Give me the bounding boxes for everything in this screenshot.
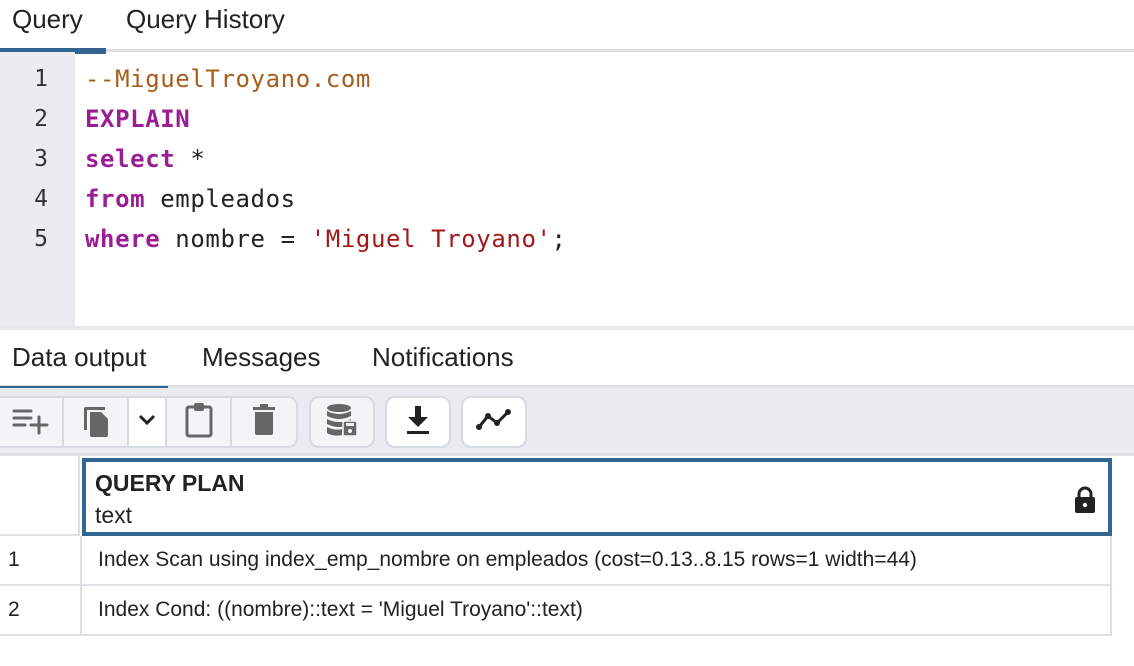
clipboard-icon: [184, 401, 214, 444]
row-number[interactable]: 2: [0, 586, 82, 634]
line-number: 5: [34, 226, 48, 252]
sql-text: ;: [551, 225, 567, 253]
add-row-button[interactable]: [0, 398, 64, 446]
add-row-icon: [11, 405, 51, 440]
database-save-icon: [326, 403, 358, 442]
trash-icon: [252, 403, 276, 442]
query-plan-cell[interactable]: Index Scan using index_emp_nombre on emp…: [82, 536, 1112, 584]
code-line-2: EXPLAIN: [85, 105, 190, 133]
sql-keyword: from: [85, 185, 146, 213]
tab-messages[interactable]: Messages: [202, 342, 321, 373]
paste-button[interactable]: [167, 398, 232, 446]
sql-comment: --MiguelTroyano.com: [85, 65, 371, 93]
code-line-1: --MiguelTroyano.com: [85, 65, 371, 93]
query-plan-cell[interactable]: Index Cond: ((nombre)::text = 'Miguel Tr…: [82, 586, 1112, 634]
column-header-query-plan[interactable]: QUERY PLAN text: [82, 458, 1112, 536]
delete-button[interactable]: [232, 398, 296, 446]
column-type: text: [95, 502, 133, 528]
download-button[interactable]: [385, 396, 451, 448]
table-row[interactable]: 2 Index Cond: ((nombre)::text = 'Miguel …: [0, 586, 1112, 636]
sql-text: empleados: [145, 185, 296, 213]
row-number-header[interactable]: [0, 456, 80, 536]
tab-data-output[interactable]: Data output: [0, 342, 169, 392]
code-line-4: from empleados: [85, 185, 296, 213]
tab-query-history[interactable]: Query History: [114, 4, 297, 48]
copy-icon: [80, 402, 112, 443]
graph-visualiser-button[interactable]: [461, 396, 527, 448]
lock-icon: [1074, 486, 1096, 519]
sql-string: 'Miguel Troyano': [310, 225, 552, 253]
sql-keyword: select: [85, 145, 176, 173]
sql-text: nombre =: [160, 225, 311, 253]
data-output-toolbar: [0, 388, 1134, 456]
line-graph-icon: [475, 408, 513, 437]
tab-notifications[interactable]: Notifications: [372, 342, 514, 373]
table-row[interactable]: 1 Index Scan using index_emp_nombre on e…: [0, 536, 1112, 586]
tab-query[interactable]: Query: [0, 4, 106, 54]
row-number[interactable]: 1: [0, 536, 82, 584]
sql-editor[interactable]: 1 2 3 4 5 --MiguelTroyano.com EXPLAIN se…: [0, 52, 1134, 330]
code-line-3: select *: [85, 145, 205, 173]
line-number: 1: [34, 66, 48, 92]
output-tabs: Data output Messages Notifications: [0, 330, 1134, 392]
sql-keyword: where: [85, 225, 161, 253]
copy-options-dropdown[interactable]: [129, 398, 167, 446]
column-name: QUERY PLAN: [95, 470, 245, 496]
line-number-gutter: 1 2 3 4 5: [0, 52, 75, 326]
chevron-down-icon: [137, 413, 157, 432]
line-number: 2: [34, 106, 48, 132]
query-tabs: Query Query History: [0, 0, 1134, 54]
copy-button[interactable]: [64, 398, 129, 446]
edit-button-group: [0, 396, 298, 448]
sql-text: *: [175, 145, 206, 173]
download-icon: [405, 405, 431, 440]
code-line-5: where nombre = 'Miguel Troyano';: [85, 225, 567, 253]
sql-keyword: EXPLAIN: [85, 105, 191, 133]
line-number: 4: [34, 186, 48, 212]
line-number: 3: [34, 146, 48, 172]
save-data-button[interactable]: [309, 396, 375, 448]
